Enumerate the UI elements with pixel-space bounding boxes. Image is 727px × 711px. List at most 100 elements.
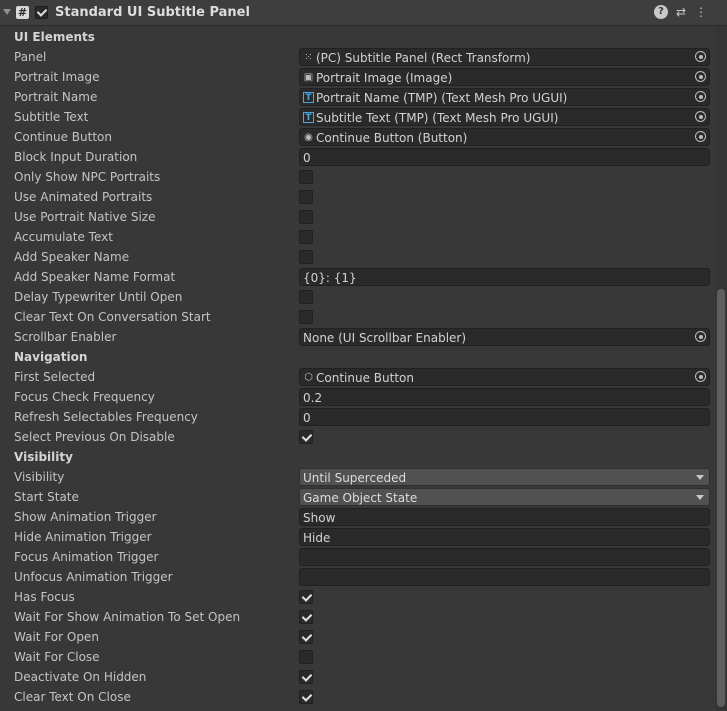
object-picker-icon[interactable] xyxy=(695,111,706,122)
property-label-has-focus: Has Focus xyxy=(14,590,75,604)
property-label-block-input-duration: Block Input Duration xyxy=(14,150,138,164)
property-row-show-animation-trigger: Show Animation Trigger Show xyxy=(0,507,727,527)
button-icon: ◉ xyxy=(304,132,313,143)
property-label-portrait-name: Portrait Name xyxy=(14,90,98,104)
property-label-deactivate-on-hidden: Deactivate On Hidden xyxy=(14,670,147,684)
property-row-start-state: Start State Game Object State xyxy=(0,487,727,507)
select-previous-on-disable-checkbox[interactable] xyxy=(299,430,313,444)
property-label-add-speaker-name: Add Speaker Name xyxy=(14,250,130,264)
add-speaker-name-format-value: {0}: {1} xyxy=(303,271,357,285)
visibility-dropdown[interactable]: Until Superceded xyxy=(299,468,710,486)
portrait-name-object-field[interactable]: T Portrait Name (TMP) (Text Mesh Pro UGUI… xyxy=(299,88,710,106)
block-input-duration-value: 0 xyxy=(303,151,311,165)
property-row-refresh-selectables-frequency: Refresh Selectables Frequency 0 xyxy=(0,407,727,427)
refresh-selectables-frequency-input[interactable]: 0 xyxy=(299,408,710,426)
start-state-value: Game Object State xyxy=(303,491,418,505)
property-row-portrait-name: Portrait Name T Portrait Name (TMP) (Text … xyxy=(0,87,727,107)
object-picker-icon[interactable] xyxy=(695,91,706,102)
object-picker-icon[interactable] xyxy=(695,331,706,342)
property-label-accumulate-text: Accumulate Text xyxy=(14,230,113,244)
property-row-accumulate-text: Accumulate Text xyxy=(0,227,727,247)
deactivate-on-hidden-checkbox[interactable] xyxy=(299,670,313,684)
section-visibility: Visibility xyxy=(0,447,727,467)
foldout-arrow-icon[interactable] xyxy=(3,9,11,15)
start-state-dropdown[interactable]: Game Object State xyxy=(299,488,710,506)
add-speaker-name-format-input[interactable]: {0}: {1} xyxy=(299,268,710,286)
show-animation-trigger-input[interactable]: Show xyxy=(299,508,710,526)
property-row-clear-text-on-conversation-start: Clear Text On Conversation Start xyxy=(0,307,727,327)
only-show-npc-portraits-checkbox[interactable] xyxy=(299,170,313,184)
property-row-focus-check-frequency: Focus Check Frequency 0.2 xyxy=(0,387,727,407)
refresh-selectables-frequency-value: 0 xyxy=(303,411,311,425)
add-speaker-name-checkbox[interactable] xyxy=(299,250,313,264)
wait-for-open-checkbox[interactable] xyxy=(299,630,313,644)
property-row-has-focus: Has Focus xyxy=(0,587,727,607)
use-portrait-native-size-checkbox[interactable] xyxy=(299,210,313,224)
context-menu-icon[interactable]: ⋮ xyxy=(694,5,708,19)
gameobject-icon: ⬡ xyxy=(304,372,313,383)
focus-check-frequency-value: 0.2 xyxy=(303,391,323,405)
focus-check-frequency-input[interactable]: 0.2 xyxy=(299,388,710,406)
component-enabled-checkbox[interactable] xyxy=(35,6,48,19)
property-row-add-speaker-name-format: Add Speaker Name Format {0}: {1} xyxy=(0,267,727,287)
property-label-show-animation-trigger: Show Animation Trigger xyxy=(14,510,157,524)
property-label-portrait-image: Portrait Image xyxy=(14,70,100,84)
portrait-image-object-field[interactable]: ▣ Portrait Image (Image) xyxy=(299,68,710,86)
property-row-deactivate-on-hidden: Deactivate On Hidden xyxy=(0,667,727,687)
help-icon[interactable]: ? xyxy=(654,5,668,19)
has-focus-checkbox[interactable] xyxy=(299,590,313,604)
subtitle-text-object-field[interactable]: T Subtitle Text (TMP) (Text Mesh Pro UGUI… xyxy=(299,108,710,126)
object-picker-icon[interactable] xyxy=(695,131,706,142)
property-label-continue-button: Continue Button xyxy=(14,130,112,144)
portrait-name-value: Portrait Name (TMP) (Text Mesh Pro UGUI) xyxy=(316,91,568,105)
property-label-start-state: Start State xyxy=(14,490,79,504)
object-picker-icon[interactable] xyxy=(695,71,706,82)
property-label-first-selected: First Selected xyxy=(14,370,96,384)
script-icon: # xyxy=(16,6,29,19)
component-title: Standard UI Subtitle Panel xyxy=(55,5,250,20)
property-label-visibility: Visibility xyxy=(14,470,65,484)
scrollbar-enabler-object-field[interactable]: None (UI Scrollbar Enabler) xyxy=(299,328,710,346)
object-picker-icon[interactable] xyxy=(695,51,706,62)
property-row-add-speaker-name: Add Speaker Name xyxy=(0,247,727,267)
property-label-unfocus-animation-trigger: Unfocus Animation Trigger xyxy=(14,570,173,584)
property-label-add-speaker-name-format: Add Speaker Name Format xyxy=(14,270,176,284)
section-header-visibility: Visibility xyxy=(14,450,73,464)
hide-animation-trigger-input[interactable]: Hide xyxy=(299,528,710,546)
block-input-duration-input[interactable]: 0 xyxy=(299,148,710,166)
clear-text-on-conversation-start-checkbox[interactable] xyxy=(299,310,313,324)
property-label-use-animated-portraits: Use Animated Portraits xyxy=(14,190,153,204)
presets-icon[interactable]: ⇄ xyxy=(674,5,688,19)
component-header: # Standard UI Subtitle Panel ? ⇄ ⋮ xyxy=(0,0,727,26)
property-label-wait-for-open: Wait For Open xyxy=(14,630,99,644)
chevron-down-icon xyxy=(696,475,704,480)
property-label-delay-typewriter-until-open: Delay Typewriter Until Open xyxy=(14,290,183,304)
object-picker-icon[interactable] xyxy=(695,371,706,382)
use-animated-portraits-checkbox[interactable] xyxy=(299,190,313,204)
continue-button-object-field[interactable]: ◉ Continue Button (Button) xyxy=(299,128,710,146)
delay-typewriter-until-open-checkbox[interactable] xyxy=(299,290,313,304)
property-row-first-selected: First Selected ⬡ Continue Button xyxy=(0,367,727,387)
property-row-block-input-duration: Block Input Duration 0 xyxy=(0,147,727,167)
accumulate-text-checkbox[interactable] xyxy=(299,230,313,244)
section-navigation: Navigation xyxy=(0,347,727,367)
property-row-subtitle-text: Subtitle Text T Subtitle Text (TMP) (Text … xyxy=(0,107,727,127)
property-label-use-portrait-native-size: Use Portrait Native Size xyxy=(14,210,156,224)
focus-animation-trigger-input[interactable] xyxy=(299,548,710,566)
wait-for-close-checkbox[interactable] xyxy=(299,650,313,664)
scrollbar-thumb[interactable] xyxy=(717,289,725,707)
property-label-clear-text-on-close: Clear Text On Close xyxy=(14,690,131,704)
first-selected-object-field[interactable]: ⬡ Continue Button xyxy=(299,368,710,386)
property-row-select-previous-on-disable: Select Previous On Disable xyxy=(0,427,727,447)
wait-for-show-animation-to-set-open-checkbox[interactable] xyxy=(299,610,313,624)
rect-transform-icon: ⁙ xyxy=(304,52,313,63)
property-label-hide-animation-trigger: Hide Animation Trigger xyxy=(14,530,152,544)
visibility-value: Until Superceded xyxy=(303,471,407,485)
unfocus-animation-trigger-input[interactable] xyxy=(299,568,710,586)
property-row-wait-for-show-animation-to-set-open: Wait For Show Animation To Set Open xyxy=(0,607,727,627)
property-label-subtitle-text: Subtitle Text xyxy=(14,110,89,124)
property-row-wait-for-close: Wait For Close xyxy=(0,647,727,667)
clear-text-on-close-checkbox[interactable] xyxy=(299,690,313,704)
panel-object-field[interactable]: ⁙ (PC) Subtitle Panel (Rect Transform) xyxy=(299,48,710,66)
image-icon: ▣ xyxy=(303,72,314,83)
